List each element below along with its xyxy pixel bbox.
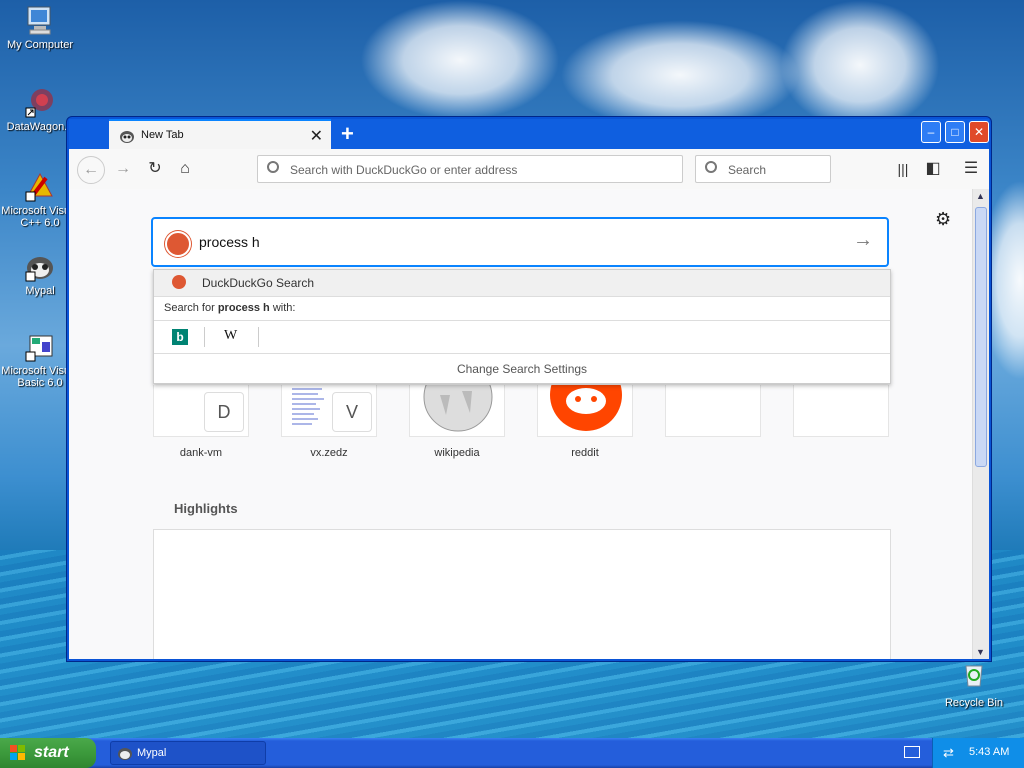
mypal-icon [117, 746, 133, 763]
settings-gear-icon[interactable]: ⚙ [935, 209, 951, 230]
tab-bar: New Tab ✕ + – □ ✕ [69, 119, 989, 149]
start-label: start [34, 744, 69, 761]
taskbar-item-label: Mypal [137, 747, 167, 759]
close-window-button[interactable]: ✕ [969, 121, 989, 143]
new-tab-button[interactable]: + [341, 121, 354, 147]
search-icon [267, 161, 279, 173]
maximize-button[interactable]: □ [945, 121, 965, 143]
taskbar: start Mypal ⇄ 5:43 AM [0, 738, 1024, 768]
search-query-text: process h [199, 234, 260, 250]
browser-window: New Tab ✕ + – □ ✕ ← → ↻ ⌂ Search with Du… [66, 116, 992, 662]
network-icon[interactable]: ⇄ [943, 745, 954, 761]
nav-bar: ← → ↻ ⌂ Search with DuckDuckGo or enter … [69, 149, 989, 190]
visual-basic-icon [24, 330, 56, 362]
scroll-down-icon[interactable]: ▼ [976, 647, 985, 657]
duckduckgo-icon [165, 231, 191, 257]
top-site-tile-empty[interactable] [793, 385, 889, 437]
desktop-icon-recycle-bin[interactable]: Recycle Bin [934, 662, 1014, 709]
new-tab-page: ⚙ process h → D dank-vm V vx.zedz wikipe… [69, 189, 989, 659]
reddit-icon [550, 359, 622, 431]
tile-label: wikipedia [434, 447, 480, 459]
desktop-icon-label: My Computer [6, 39, 74, 51]
search-bar[interactable]: Search [695, 155, 831, 183]
search-placeholder: Search [728, 163, 767, 177]
mypal-favicon-icon [119, 129, 135, 143]
wikipedia-icon[interactable]: W [224, 328, 237, 344]
tab-new-tab[interactable]: New Tab ✕ [109, 119, 331, 149]
go-arrow-icon[interactable]: → [853, 229, 873, 252]
scrollbar[interactable]: ▲ ▼ [972, 189, 989, 659]
top-site-tile[interactable] [537, 359, 633, 437]
reload-button[interactable]: ↻ [143, 157, 167, 181]
wikipedia-globe-icon [423, 362, 493, 432]
search-suggestions-dropdown: DuckDuckGo Search Search for process h w… [153, 269, 891, 384]
divider [204, 327, 205, 347]
system-tray: ⇄ 5:43 AM [932, 738, 1024, 768]
search-for-with-text: Search for process h with: [164, 302, 296, 314]
tile-letter: D [204, 392, 244, 432]
tile-label: vx.zedz [310, 447, 348, 459]
tile-label: dank-vm [179, 447, 223, 459]
start-button[interactable]: start [0, 738, 96, 768]
scroll-up-icon[interactable]: ▲ [976, 191, 985, 201]
back-button[interactable]: ← [77, 156, 105, 184]
windows-logo-icon [10, 745, 26, 761]
suggestion-label: DuckDuckGo Search [202, 276, 315, 290]
one-off-engines: b W [154, 320, 890, 354]
library-icon[interactable]: ||| [891, 157, 915, 181]
tile-label: reddit [571, 447, 599, 459]
cloud [360, 0, 560, 120]
highlights-section [153, 529, 891, 659]
change-search-settings-button[interactable]: Change Search Settings [154, 362, 890, 376]
page-search-box[interactable]: process h → [151, 217, 889, 267]
top-site-tile[interactable] [409, 362, 505, 437]
address-placeholder: Search with DuckDuckGo or enter address [290, 163, 518, 177]
cloud [780, 0, 940, 130]
visual-cpp-icon [24, 170, 56, 202]
suggestion-duckduckgo[interactable]: DuckDuckGo Search [154, 270, 890, 297]
recycle-bin-icon [958, 662, 990, 694]
desktop-icon-label: Recycle Bin [944, 697, 1004, 709]
forward-button[interactable]: → [111, 157, 135, 181]
datawagon-icon [24, 86, 56, 118]
bing-icon[interactable]: b [172, 329, 188, 345]
sidebar-toggle-icon[interactable]: ◧ [921, 157, 945, 181]
cloud [560, 20, 800, 130]
computer-icon [24, 4, 56, 36]
home-button[interactable]: ⌂ [173, 157, 197, 181]
top-site-tile[interactable]: V [281, 385, 377, 437]
top-site-tile-empty[interactable] [665, 385, 761, 437]
minimize-button[interactable]: – [921, 121, 941, 143]
mypal-icon [24, 250, 56, 282]
desktop-icon-my-computer[interactable]: My Computer [0, 4, 80, 51]
scrollbar-thumb[interactable] [975, 207, 987, 467]
taskbar-item-mypal[interactable]: Mypal [110, 741, 266, 765]
menu-icon[interactable]: ☰ [959, 157, 983, 181]
tab-title: New Tab [141, 129, 184, 141]
address-bar[interactable]: Search with DuckDuckGo or enter address [257, 155, 683, 183]
highlights-heading: Highlights [174, 501, 238, 516]
search-icon [705, 161, 717, 173]
clock[interactable]: 5:43 AM [969, 746, 1009, 758]
keyboard-icon[interactable] [904, 746, 920, 758]
tile-letter: V [332, 392, 372, 432]
top-site-tile[interactable]: D [153, 385, 249, 437]
divider [258, 327, 259, 347]
duckduckgo-icon [172, 275, 186, 289]
close-tab-icon[interactable]: ✕ [310, 126, 323, 146]
